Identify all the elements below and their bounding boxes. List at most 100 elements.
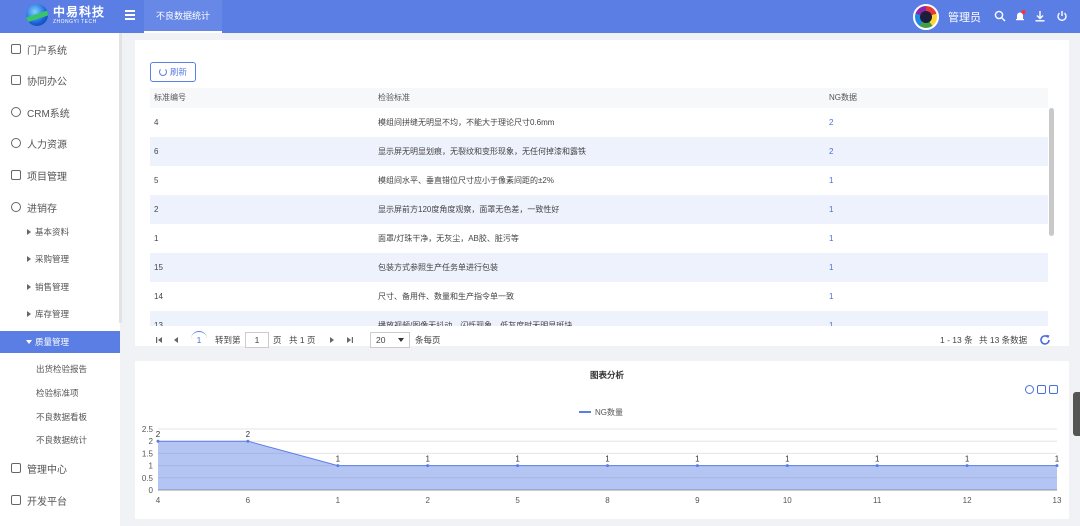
search-icon[interactable] [994,10,1006,22]
download-icon[interactable] [1034,10,1046,22]
table-row[interactable]: 13 播放视频/图像无抖动、闪烁现象，低灰度时无明显斑块 1 [150,311,1048,326]
user-name[interactable]: 管理员 [948,9,981,25]
cell-ng: 2 [829,118,834,127]
data-point[interactable] [336,464,340,468]
sidebar-item-label: CRM系统 [27,108,70,120]
cell-ng: 1 [829,292,834,301]
table-row[interactable]: 4 模组间拼缝无明显不均，不能大于理论尺寸0.6mm 2 [150,108,1048,137]
sidebar-leaf-label: 检验标准项 [36,388,79,398]
sidebar-sub-stock[interactable]: 库存管理 [0,303,120,325]
goto-page-input[interactable]: 1 [245,332,269,348]
sidebar: 门户系统 协同办公 CRM系统 人力资源 项目管理 进销存 基本资料 采购管理 … [0,33,122,526]
calendar-icon [11,170,21,180]
table-scrollbar[interactable] [1049,108,1054,236]
sidebar-item-admin[interactable]: 管理中心 [0,454,120,482]
sidebar-item-label: 进销存 [27,203,57,215]
table-row[interactable]: 2 显示屏前方120度角度观察，面罩无色差，一致性好 1 [150,195,1048,224]
caret-right-icon [27,284,31,290]
sidebar-item-portal[interactable]: 门户系统 [0,35,120,63]
caret-right-icon [27,229,31,235]
code-icon [11,495,21,505]
sidebar-item-devplatform[interactable]: 开发平台 [0,486,120,514]
goto-label: 转到第 [215,335,241,345]
cell-standard: 播放视频/图像无抖动、闪烁现象，低灰度时无明显斑块 [378,321,573,326]
data-label: 2 [246,430,251,439]
sidebar-leaf-defect-board[interactable]: 不良数据看板 [0,406,120,428]
sidebar-sub-sales[interactable]: 销售管理 [0,276,120,298]
menu-toggle-icon[interactable] [125,10,135,20]
data-point[interactable] [965,464,969,468]
pagination: 1 转到第 1 页 共 1 页 20 条每页 1 - 13 条 共 13 条数据 [150,330,1050,350]
sidebar-item-inventory[interactable]: 进销存 [0,193,120,221]
sidebar-sub-label: 采购管理 [35,254,70,264]
tab-defect-statistics[interactable]: 不良数据统计 [144,0,223,33]
data-point[interactable] [1055,464,1059,468]
sidebar-sub-basic-data[interactable]: 基本资料 [0,221,120,243]
avatar[interactable] [913,4,939,30]
sidebar-leaf-label: 出货检验报告 [36,364,88,374]
sidebar-leaf-defect-statistics[interactable]: 不良数据统计 [0,429,120,451]
current-page[interactable]: 1 [191,331,207,347]
side-drawer-handle[interactable] [1073,392,1080,436]
sidebar-item-label: 开发平台 [27,496,67,508]
sidebar-item-hr[interactable]: 人力资源 [0,129,120,157]
data-point[interactable] [516,464,520,468]
cell-standard: 包装方式参照生产任务单进行包装 [378,263,498,272]
company-logo[interactable]: 中易科技 ZHONGYI TECH [26,4,105,26]
cell-id: 14 [154,292,163,301]
table-row[interactable]: 15 包装方式参照生产任务单进行包装 1 [150,253,1048,282]
data-point[interactable] [426,464,430,468]
data-label: 1 [515,455,520,464]
data-label: 1 [336,455,341,464]
table-row[interactable]: 6 显示屏无明显划痕，无裂纹和变形现象，无任何掉漆和露铁 2 [150,137,1048,166]
data-point[interactable] [246,439,250,443]
data-point[interactable] [156,439,160,443]
x-tick-label: 5 [515,496,520,505]
next-page-icon[interactable] [328,336,336,344]
table-row[interactable]: 1 面罩/灯珠干净，无灰尘，AB胶、脏污等 1 [150,224,1048,253]
data-point[interactable] [695,464,699,468]
data-label: 1 [1055,455,1060,464]
x-tick-label: 9 [695,496,700,505]
sidebar-sub-label: 基本资料 [35,227,70,237]
last-page-icon[interactable] [346,336,354,344]
col-header-ng[interactable]: NG数据 [829,88,857,108]
power-icon[interactable] [1056,10,1068,22]
first-page-icon[interactable] [155,336,163,344]
pager-refresh-icon[interactable] [1039,334,1051,346]
sidebar-sub-label: 销售管理 [35,282,70,292]
data-point[interactable] [875,464,879,468]
sidebar-item-crm[interactable]: CRM系统 [0,98,120,126]
data-label: 1 [695,455,700,464]
logo-subtitle: ZHONGYI TECH [53,18,97,25]
table-row[interactable]: 14 尺寸、备用件、数量和生产指令单一致 1 [150,282,1048,311]
sidebar-item-label: 协同办公 [27,76,67,88]
page-size-select[interactable]: 20 [370,332,410,348]
sidebar-sub-purchase[interactable]: 采购管理 [0,248,120,270]
people-icon [11,138,21,148]
cell-ng: 1 [829,234,834,243]
sidebar-leaf-shipment-report[interactable]: 出货检验报告 [0,358,120,380]
refresh-button[interactable]: 刷新 [150,62,196,82]
table-row[interactable]: 5 模组间水平、垂直错位尺寸应小于像素间距的±2% 1 [150,166,1048,195]
prev-page-icon[interactable] [172,336,180,344]
x-tick-label: 1 [336,496,341,505]
sidebar-leaf-inspection-standard[interactable]: 检验标准项 [0,382,120,404]
chart-legend[interactable]: NG数量 [579,407,623,417]
cell-id: 13 [154,321,163,326]
cell-ng: 1 [829,263,834,272]
sidebar-item-label: 项目管理 [27,171,67,183]
data-point[interactable] [785,464,789,468]
sidebar-sub-quality[interactable]: 质量管理 [0,331,120,353]
total-pages: 共 1 页 [289,335,316,345]
col-header-standard[interactable]: 检验标准 [378,88,410,108]
sidebar-scrollbar[interactable] [119,33,122,323]
data-point[interactable] [606,464,609,468]
sidebar-item-project[interactable]: 项目管理 [0,161,120,189]
bell-icon[interactable] [1014,10,1026,22]
cell-standard: 显示屏前方120度角度观察，面罩无色差，一致性好 [378,205,560,214]
cell-ng: 1 [829,205,834,214]
col-header-id[interactable]: 标准编号 [154,88,186,108]
top-header: 中易科技 ZHONGYI TECH 不良数据统计 管理员 [0,0,1080,33]
sidebar-item-office[interactable]: 协同办公 [0,66,120,94]
